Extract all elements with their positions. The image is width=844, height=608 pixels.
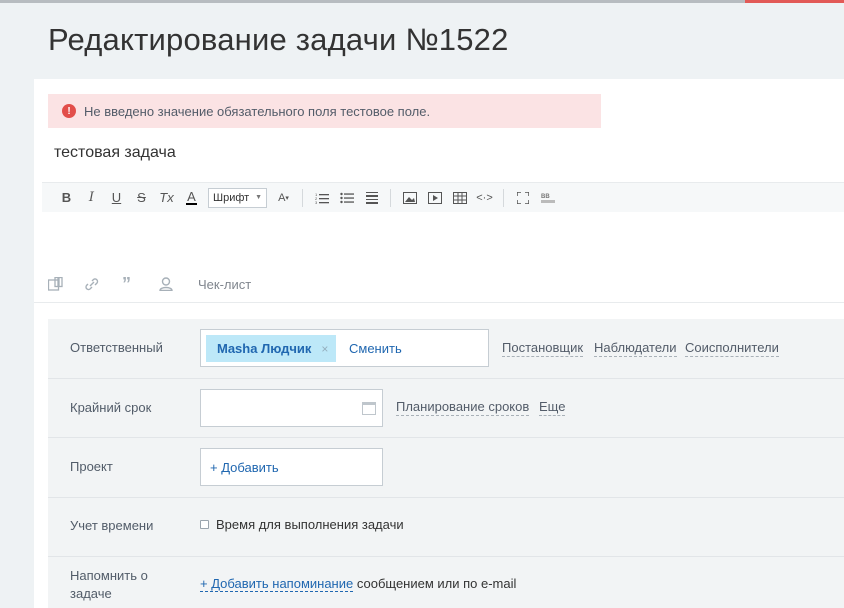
numbered-list-button[interactable]: 123 xyxy=(309,187,334,209)
font-select-value: Шрифт xyxy=(213,191,250,204)
calendar-icon[interactable] xyxy=(362,402,376,415)
user-chip: Masha Людчик × xyxy=(206,335,337,362)
insert-table-button[interactable] xyxy=(447,187,472,209)
top-bar-segment xyxy=(0,0,745,3)
image-icon xyxy=(402,191,417,204)
top-progress-bar xyxy=(0,0,844,3)
font-select[interactable]: Шрифт ▼ xyxy=(208,187,267,208)
add-reminder-link[interactable]: + Добавить напоминание xyxy=(200,576,354,592)
user-chip-name: Masha Людчик xyxy=(217,341,312,356)
top-bar-accent xyxy=(745,0,844,3)
checklist-button[interactable]: Чек-лист xyxy=(198,277,251,292)
toolbar-separator xyxy=(503,188,504,207)
creator-link[interactable]: Постановщик xyxy=(502,340,584,357)
svg-text:3: 3 xyxy=(315,200,318,204)
fullscreen-icon xyxy=(516,191,529,204)
clear-format-label: Tx xyxy=(159,190,174,205)
project-row: Проект + Добавить xyxy=(48,438,844,498)
project-label: Проект xyxy=(70,459,113,474)
page-title: Редактирование задачи №1522 xyxy=(48,22,509,57)
toolbar-separator xyxy=(390,188,391,207)
project-field[interactable]: + Добавить xyxy=(200,448,383,486)
deadline-row: Крайний срок Планирование сроков Еще xyxy=(48,379,844,438)
change-responsible-link[interactable]: Сменить xyxy=(349,341,402,356)
deadline-label: Крайний срок xyxy=(70,400,152,415)
bullet-list-button[interactable] xyxy=(334,187,359,209)
reminder-text: + Добавить напоминание сообщением или по… xyxy=(200,576,517,592)
attach-file-icon xyxy=(48,277,63,291)
time-tracking-checkbox-label[interactable]: Время для выполнения задачи xyxy=(216,517,404,532)
task-title-input[interactable]: тестовая задача xyxy=(54,144,176,162)
editor-divider xyxy=(34,302,844,303)
exclamation-icon: ! xyxy=(62,104,76,118)
observers-link[interactable]: Наблюдатели xyxy=(594,340,677,357)
error-message: ! Не введено значение обязательного поля… xyxy=(48,94,601,128)
font-color-button[interactable]: A xyxy=(179,187,204,209)
error-text: Не введено значение обязательного поля т… xyxy=(84,103,431,119)
bbcode-icon: BB xyxy=(540,194,555,203)
bullet-list-icon xyxy=(339,192,354,203)
bbcode-button[interactable]: BB xyxy=(535,187,560,209)
numbered-list-icon: 123 xyxy=(315,192,329,204)
responsible-row: Ответственный Masha Людчик × Сменить Пос… xyxy=(48,319,844,379)
svg-text:BB: BB xyxy=(541,194,550,200)
align-icon xyxy=(365,191,378,204)
more-link[interactable]: Еще xyxy=(539,399,566,416)
font-size-chevron-icon: ▾ xyxy=(285,194,289,202)
deadline-input[interactable] xyxy=(200,389,383,427)
fullscreen-button[interactable] xyxy=(510,187,535,209)
reminder-label: Напомнить о задаче xyxy=(70,568,148,601)
responsible-label: Ответственный xyxy=(70,340,163,355)
time-tracking-checkbox[interactable] xyxy=(200,520,209,529)
toolbar-separator xyxy=(302,188,303,207)
link-icon xyxy=(85,278,99,291)
font-size-label: A xyxy=(278,191,286,204)
code-icon: <·> xyxy=(476,191,493,204)
underline-button[interactable]: U xyxy=(104,187,129,209)
time-tracking-row: Учет времени Время для выполнения задачи xyxy=(48,498,844,557)
insert-image-button[interactable] xyxy=(397,187,422,209)
person-icon xyxy=(159,277,173,291)
reminder-suffix: сообщением или по e-mail xyxy=(353,576,517,591)
italic-button[interactable]: I xyxy=(79,187,104,209)
task-edit-card: ! Не введено значение обязательного поля… xyxy=(34,79,844,608)
mention-button[interactable] xyxy=(159,275,196,293)
editor-toolbar: B I U S Tx A Шрифт ▼ A ▾ 123 <·> BB xyxy=(42,182,844,212)
bold-button[interactable]: B xyxy=(54,187,79,209)
coexecutors-link[interactable]: Соисполнители xyxy=(685,340,779,357)
time-planning-link[interactable]: Планирование сроков xyxy=(396,399,530,416)
video-icon xyxy=(427,191,442,204)
strikethrough-button[interactable]: S xyxy=(129,187,154,209)
align-button[interactable] xyxy=(359,187,384,209)
font-color-icon: A xyxy=(186,189,197,205)
task-options-form: Ответственный Masha Людчик × Сменить Пос… xyxy=(48,319,844,608)
attach-file-button[interactable] xyxy=(48,275,85,293)
chevron-down-icon: ▼ xyxy=(255,194,262,201)
add-project-link[interactable]: + Добавить xyxy=(210,460,279,475)
table-icon xyxy=(452,191,467,204)
insert-link-button[interactable] xyxy=(85,275,122,293)
insert-video-button[interactable] xyxy=(422,187,447,209)
quote-icon: ” xyxy=(122,274,131,294)
source-code-button[interactable]: <·> xyxy=(472,187,497,209)
quote-button[interactable]: ” xyxy=(122,275,159,293)
responsible-field[interactable]: Masha Людчик × Сменить xyxy=(200,329,489,367)
clear-format-button[interactable]: Tx xyxy=(154,187,179,209)
editor-bottom-bar: ” Чек-лист xyxy=(48,275,251,293)
time-tracking-label: Учет времени xyxy=(70,518,154,533)
font-size-button[interactable]: A ▾ xyxy=(271,187,296,209)
remove-user-icon[interactable]: × xyxy=(321,342,328,356)
reminder-row: Напомнить о задаче + Добавить напоминани… xyxy=(48,557,844,608)
